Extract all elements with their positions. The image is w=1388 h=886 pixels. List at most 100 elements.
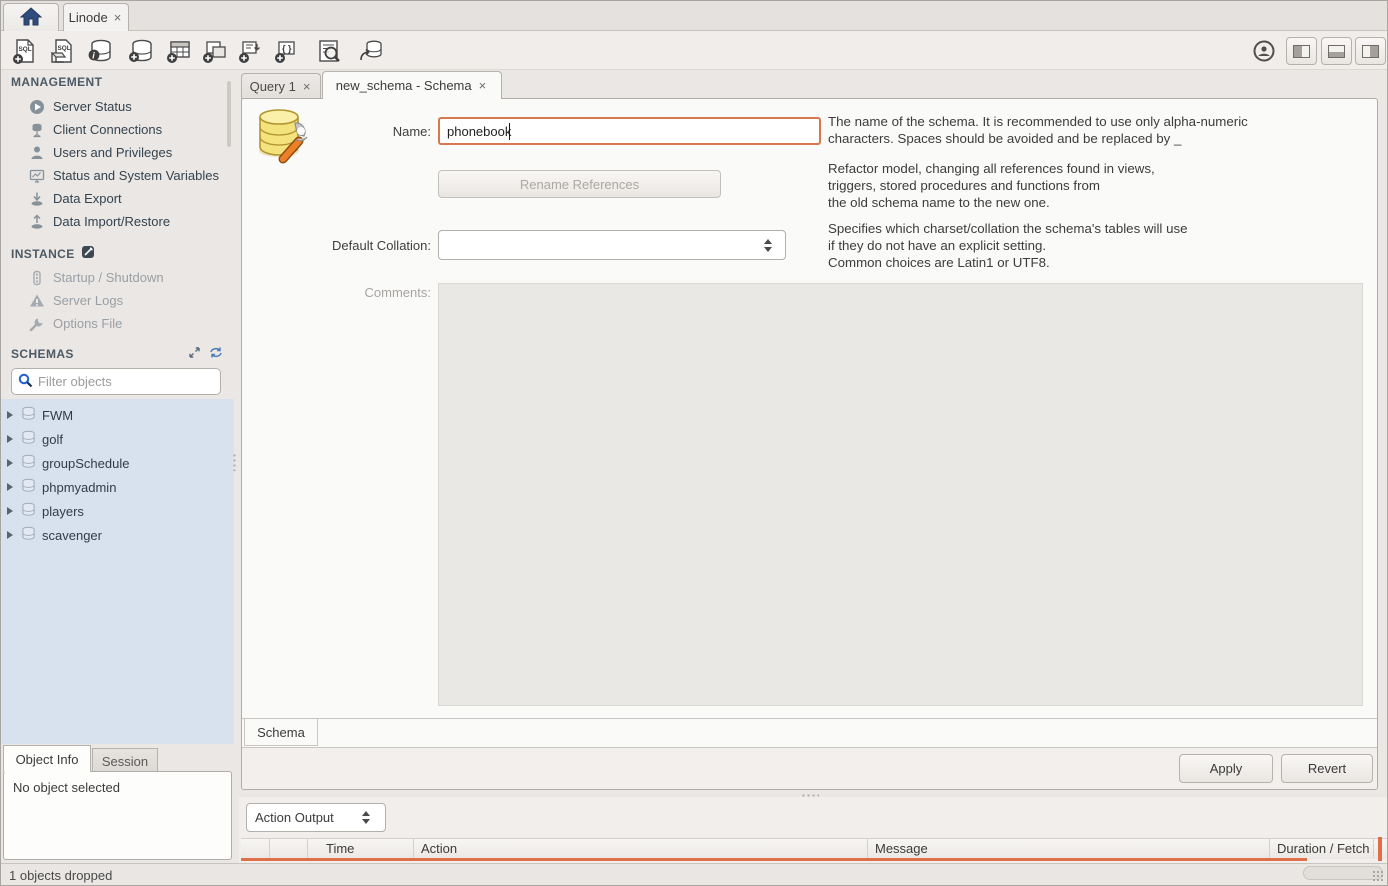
schema-item-golf[interactable]: golf — [1, 427, 234, 451]
create-procedure-icon[interactable] — [233, 37, 267, 65]
expander-icon[interactable] — [7, 411, 13, 419]
search-icon — [18, 373, 33, 391]
schema-item-fwm[interactable]: FWM — [1, 403, 234, 427]
open-sql-script-icon[interactable]: SQL — [45, 37, 79, 65]
editor-divider — [242, 718, 1377, 719]
sidebar-item-data-import[interactable]: Data Import/Restore — [1, 211, 233, 232]
svg-text:SQL: SQL — [18, 46, 31, 53]
name-help-text: The name of the schema. It is recommende… — [828, 113, 1358, 147]
toggle-bottom-panel-icon[interactable] — [1321, 37, 1352, 65]
column-separator — [269, 838, 270, 858]
apply-button[interactable]: Apply — [1179, 754, 1273, 783]
schema-icon — [21, 454, 36, 472]
create-view-icon[interactable] — [197, 37, 231, 65]
text-caret — [509, 123, 510, 140]
connection-tab-label: Linode — [69, 10, 108, 25]
schema-item-groupschedule[interactable]: groupSchedule — [1, 451, 234, 475]
create-schema-icon[interactable] — [124, 37, 158, 65]
schema-icon — [21, 502, 36, 520]
sidebar-item-server-status[interactable]: Server Status — [1, 96, 233, 117]
close-icon[interactable]: × — [112, 10, 124, 25]
assistant-icon[interactable] — [1247, 37, 1281, 65]
status-text: 1 objects dropped — [9, 868, 112, 883]
comments-textarea[interactable] — [438, 283, 1363, 706]
object-info-message: No object selected — [13, 780, 120, 795]
revert-button[interactable]: Revert — [1281, 754, 1373, 783]
object-info-panel: No object selected — [3, 771, 232, 860]
system-variables-icon — [29, 168, 45, 184]
connection-tabbar — [1, 1, 1388, 31]
column-header-action[interactable]: Action — [421, 841, 457, 856]
status-bar: 1 objects dropped — [1, 863, 1388, 886]
tab-new-schema[interactable]: new_schema - Schema × — [322, 71, 502, 99]
horizontal-scrollbar[interactable] — [1303, 866, 1383, 880]
options-file-icon — [29, 316, 45, 332]
schema-item-players[interactable]: players — [1, 499, 234, 523]
schema-item-phpmyadmin[interactable]: phpmyadmin — [1, 475, 234, 499]
sidebar-item-users-privileges[interactable]: Users and Privileges — [1, 142, 233, 163]
name-label: Name: — [301, 124, 431, 139]
schema-filter-input[interactable] — [38, 374, 198, 389]
sidebar-item-startup-shutdown[interactable]: Startup / Shutdown — [1, 267, 233, 288]
sidebar-item-server-logs[interactable]: Server Logs — [1, 290, 233, 311]
output-selector[interactable]: Action Output — [246, 803, 386, 832]
spinner-arrows-icon[interactable] — [355, 811, 377, 824]
connection-tab-linode[interactable]: Linode × — [63, 3, 129, 31]
users-privileges-icon — [29, 145, 45, 161]
collation-help-text: Specifies which charset/collation the sc… — [828, 220, 1358, 271]
home-tab[interactable] — [3, 3, 59, 31]
spinner-arrows-icon[interactable] — [757, 239, 779, 252]
server-logs-icon — [29, 293, 45, 309]
toggle-left-panel-icon[interactable] — [1286, 37, 1317, 65]
create-table-icon[interactable] — [161, 37, 195, 65]
tab-schema-bottom[interactable]: Schema — [244, 719, 318, 746]
schema-icon — [21, 430, 36, 448]
tab-object-info[interactable]: Object Info — [3, 745, 91, 772]
drop-indicator-edge — [1378, 837, 1382, 861]
column-separator — [413, 838, 414, 858]
comments-label: Comments: — [301, 285, 431, 300]
schemas-section-header: SCHEMAS — [11, 346, 223, 362]
column-separator — [1269, 838, 1270, 858]
close-icon[interactable]: × — [477, 78, 489, 93]
instance-config-icon[interactable] — [81, 245, 95, 262]
expander-icon[interactable] — [7, 483, 13, 491]
column-header-time[interactable]: Time — [326, 841, 354, 856]
column-separator — [307, 838, 308, 858]
new-sql-tab-icon[interactable]: SQL — [7, 37, 41, 65]
expander-icon[interactable] — [7, 531, 13, 539]
schema-item-scavenger[interactable]: scavenger — [1, 523, 234, 547]
drop-indicator-line — [241, 858, 1307, 861]
home-icon — [20, 7, 42, 29]
sidebar-item-options-file[interactable]: Options File — [1, 313, 233, 334]
schema-filter[interactable] — [11, 368, 221, 395]
tab-query-1[interactable]: Query 1 × — [241, 73, 321, 99]
sidebar-item-system-variables[interactable]: Status and System Variables — [1, 165, 233, 186]
expander-icon[interactable] — [7, 459, 13, 467]
schema-name-input[interactable] — [438, 117, 821, 145]
search-table-data-icon[interactable] — [311, 37, 345, 65]
startup-shutdown-icon — [29, 270, 45, 286]
expand-schemas-icon[interactable] — [188, 346, 201, 362]
column-header-message[interactable]: Message — [875, 841, 928, 856]
collation-label: Default Collation: — [281, 238, 431, 253]
collation-dropdown[interactable] — [438, 230, 786, 260]
svg-text:SQL: SQL — [57, 45, 70, 52]
inspect-database-icon[interactable]: i — [83, 37, 117, 65]
expander-icon[interactable] — [7, 507, 13, 515]
instance-section-header: INSTANCE — [11, 245, 226, 262]
data-export-icon — [29, 191, 45, 207]
create-function-icon[interactable]: { } — [269, 37, 303, 65]
sidebar-item-data-export[interactable]: Data Export — [1, 188, 233, 209]
rename-references-button[interactable]: Rename References — [438, 170, 721, 198]
close-icon[interactable]: × — [301, 79, 313, 94]
sidebar-item-client-connections[interactable]: Client Connections — [1, 119, 233, 140]
mysql-workbench-window: Linode × SQL SQL i { } MANAG — [0, 0, 1388, 886]
expander-icon[interactable] — [7, 435, 13, 443]
column-separator — [867, 838, 868, 858]
toggle-right-panel-icon[interactable] — [1355, 37, 1386, 65]
reconnect-dbms-icon[interactable] — [353, 37, 387, 65]
resize-grip[interactable] — [1372, 870, 1384, 882]
column-header-duration[interactable]: Duration / Fetch — [1277, 841, 1387, 856]
refresh-schemas-icon[interactable] — [209, 346, 223, 362]
